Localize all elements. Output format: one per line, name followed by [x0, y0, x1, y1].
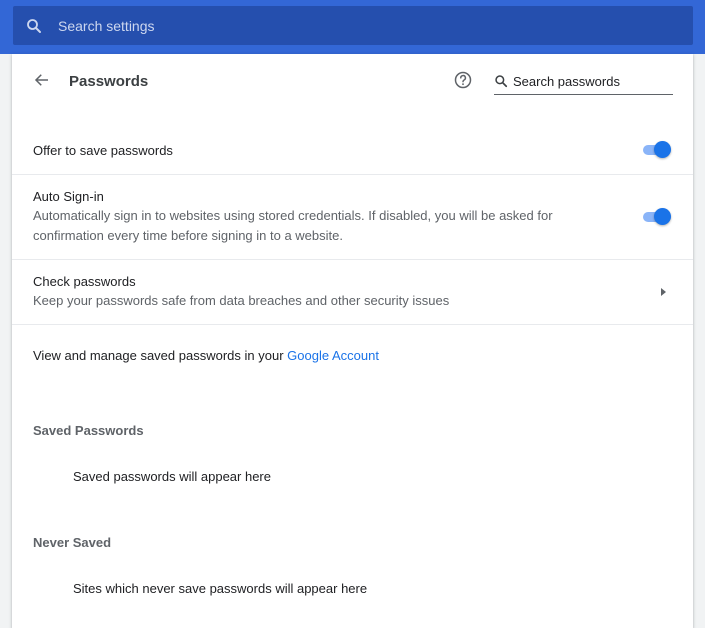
top-toolbar: Search settings [0, 0, 705, 54]
auto-sign-in-label: Auto Sign-in [33, 189, 104, 204]
back-button[interactable] [31, 71, 53, 93]
toggle-knob [654, 208, 671, 225]
never-saved-empty-message: Sites which never save passwords will ap… [73, 581, 368, 596]
auto-sign-in-toggle[interactable] [641, 207, 673, 227]
offer-to-save-label: Offer to save passwords [33, 143, 173, 158]
help-icon [453, 70, 473, 95]
google-account-link[interactable]: Google Account [287, 348, 379, 363]
search-passwords-input[interactable] [513, 71, 671, 91]
manage-passwords-prefix: View and manage saved passwords in your [33, 348, 288, 363]
check-passwords-description: Keep your passwords safe from data breac… [33, 293, 450, 308]
search-settings-placeholder[interactable]: Search settings [58, 18, 155, 34]
search-icon [24, 16, 44, 36]
help-button[interactable] [452, 71, 474, 93]
offer-to-save-toggle[interactable] [641, 140, 673, 160]
search-passwords-field[interactable] [494, 71, 673, 95]
manage-passwords-row: View and manage saved passwords in your … [12, 325, 693, 385]
saved-passwords-heading: Saved Passwords [33, 423, 144, 438]
manage-passwords-text: View and manage saved passwords in your … [33, 348, 379, 363]
auto-sign-in-row[interactable]: Auto Sign-in Automatically sign in to we… [12, 175, 693, 259]
arrow-back-icon [33, 71, 51, 94]
never-saved-heading: Never Saved [33, 535, 112, 550]
toggle-knob [654, 141, 671, 158]
passwords-card: Passwords Offer to save passwords Auto S… [12, 54, 693, 628]
search-icon [494, 74, 508, 88]
saved-passwords-empty-message: Saved passwords will appear here [73, 469, 271, 484]
offer-to-save-row[interactable]: Offer to save passwords [12, 110, 693, 174]
check-passwords-row[interactable]: Check passwords Keep your passwords safe… [12, 260, 693, 324]
auto-sign-in-description: Automatically sign in to websites using … [33, 208, 553, 243]
passwords-header: Passwords [12, 54, 693, 110]
page-title: Passwords [69, 73, 149, 90]
arrow-right-icon[interactable] [657, 286, 669, 298]
search-settings-box[interactable]: Search settings [13, 6, 693, 45]
check-passwords-label: Check passwords [33, 274, 136, 289]
